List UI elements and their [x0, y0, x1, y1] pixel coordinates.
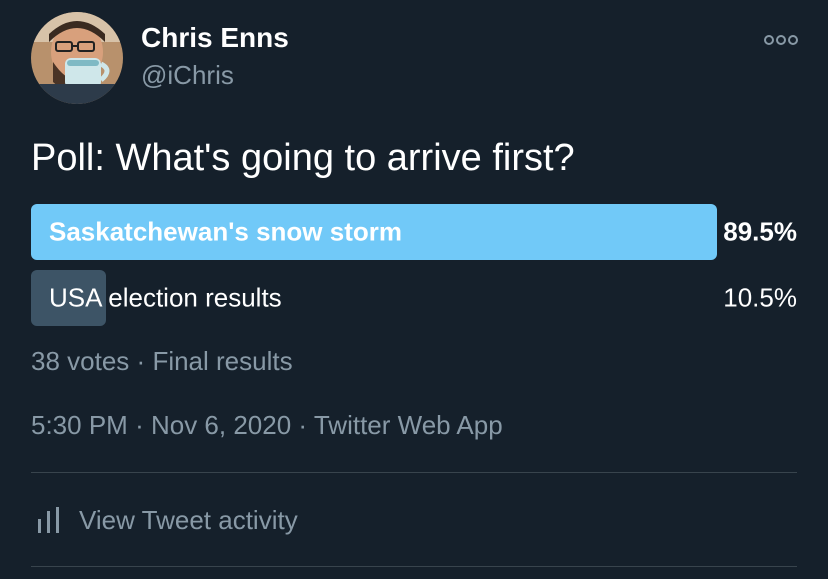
poll-option-2[interactable]: USA election results 10.5%: [31, 270, 797, 326]
more-options-icon: [764, 35, 798, 45]
view-tweet-activity-button[interactable]: View Tweet activity: [31, 500, 298, 540]
divider: [31, 566, 797, 567]
tweet-date[interactable]: Nov 6, 2020: [151, 410, 291, 440]
poll-option-2-percent: 10.5%: [723, 282, 797, 313]
tweet-text: Poll: What's going to arrive first?: [31, 137, 575, 179]
timestamp-separator: ·: [298, 410, 308, 440]
bar-chart-icon: [38, 507, 59, 533]
tweet-card: Chris Enns @iChris Poll: What's going to…: [0, 0, 828, 579]
poll-option-1[interactable]: Saskatchewan's snow storm 89.5%: [31, 204, 797, 260]
timestamp-separator: ·: [135, 410, 144, 440]
divider: [31, 472, 797, 473]
tweet-source[interactable]: Twitter Web App: [314, 410, 503, 440]
poll-meta: 38 votes · Final results: [31, 346, 293, 377]
poll-meta-separator: ·: [136, 346, 146, 376]
poll-option-1-label: Saskatchewan's snow storm: [49, 216, 402, 247]
avatar-image: [31, 12, 123, 104]
author-handle[interactable]: @iChris: [141, 60, 234, 91]
tweet-time[interactable]: 5:30 PM: [31, 410, 128, 440]
poll-vote-count: 38 votes: [31, 346, 130, 376]
avatar[interactable]: [31, 12, 123, 104]
author-display-name[interactable]: Chris Enns: [141, 22, 289, 54]
poll-option-2-label: USA election results: [49, 282, 282, 313]
view-tweet-activity-label: View Tweet activity: [79, 504, 298, 535]
tweet-timestamp: 5:30 PM · Nov 6, 2020 · Twitter Web App: [31, 410, 503, 441]
more-options-button[interactable]: [762, 30, 800, 50]
poll-option-1-percent: 89.5%: [723, 216, 797, 247]
poll-status: Final results: [152, 346, 293, 376]
